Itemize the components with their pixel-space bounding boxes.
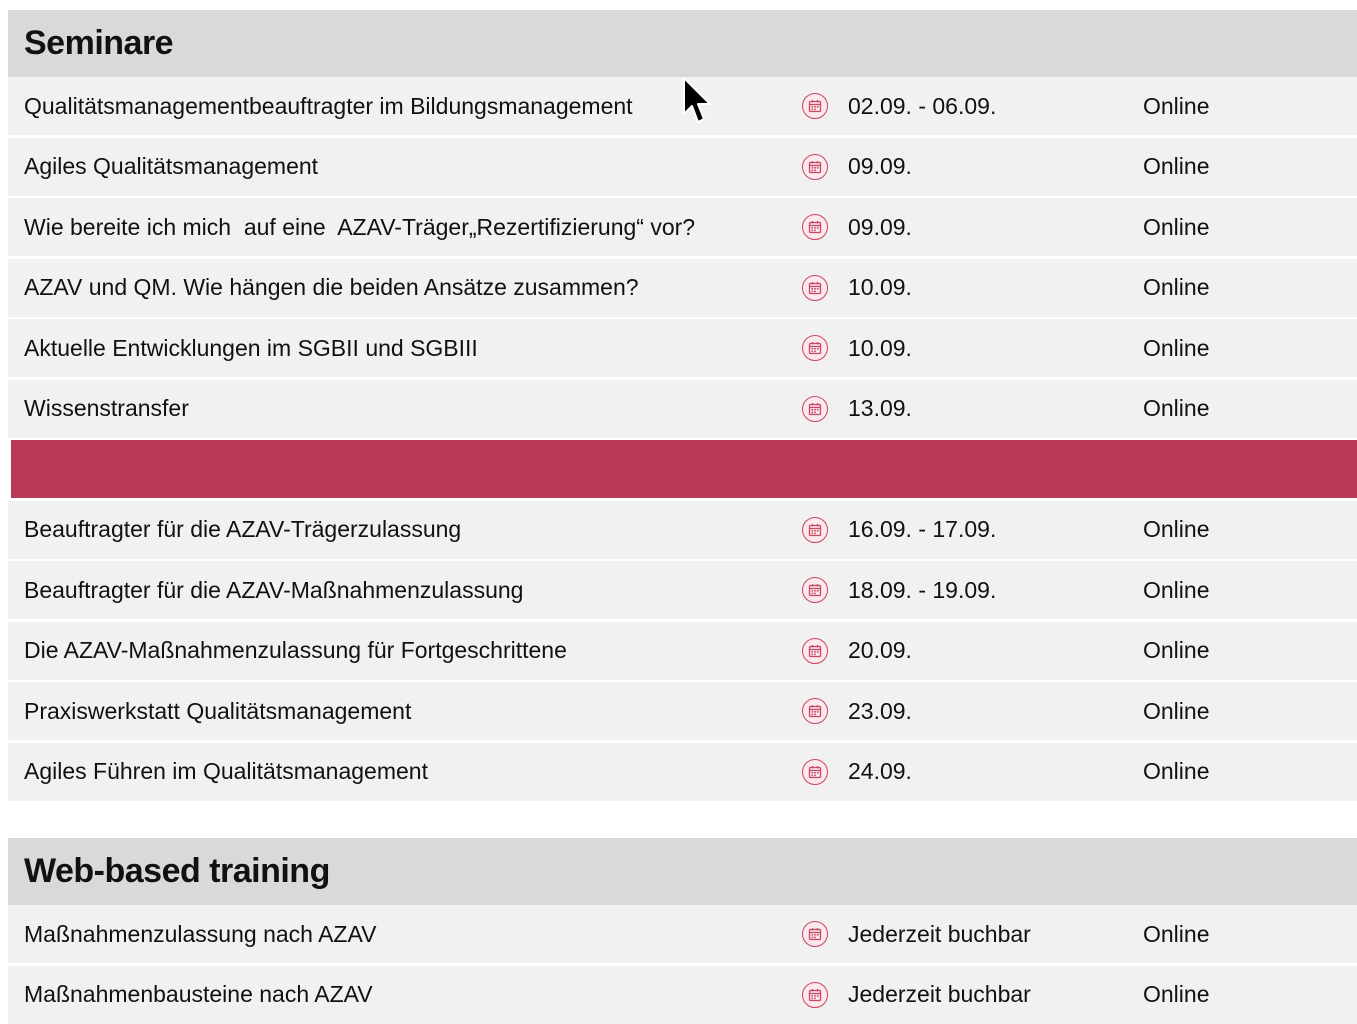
calendar-icon <box>802 153 828 180</box>
seminar-location: Online <box>1143 213 1210 240</box>
seminar-title[interactable]: Die AZAV-Maßnahmenzulassung für Fortgesc… <box>24 622 567 680</box>
seminar-title[interactable]: Qualitätsmanagementbeauftragter im Bildu… <box>24 77 633 135</box>
table-row[interactable]: Die AZAV-Maßnahmenzulassung für Fortgesc… <box>8 621 1357 680</box>
seminar-location: Online <box>1143 516 1210 542</box>
seminar-title[interactable]: Praxiswerkstatt Qualitätsmanagement <box>24 682 411 740</box>
training-title[interactable]: Maßnahmenbausteine nach AZAV <box>24 966 373 1024</box>
seminar-date: 02.09. - 06.09. <box>848 92 997 119</box>
seminar-date: 13.09. <box>848 395 912 421</box>
seminar-title[interactable]: Agiles Führen im Qualitätsmanagement <box>24 743 428 801</box>
table-row[interactable]: Maßnahmenbausteine nach AZAV Jederzeit b… <box>8 965 1357 1024</box>
table-row[interactable]: Praxiswerkstatt Qualitätsmanagement 23.0… <box>8 682 1357 740</box>
wbt-list: Maßnahmenzulassung nach AZAV Jederzeit b… <box>8 905 1357 1024</box>
seminar-title[interactable]: Agiles Qualitätsmanagement <box>24 138 318 196</box>
seminar-title[interactable]: Wissenstransfer <box>24 380 189 438</box>
training-date: Jederzeit buchbar <box>848 920 1031 947</box>
table-row[interactable]: Wie bereite ich mich auf eine AZAV-Träge… <box>8 198 1357 256</box>
calendar-icon <box>802 637 828 664</box>
calendar-icon <box>802 335 828 361</box>
seminar-location: Online <box>1143 637 1210 663</box>
seminar-date: 10.09. <box>848 334 912 361</box>
seminare-section: Seminare Qualitätsmanagementbeauftragter… <box>8 10 1357 801</box>
seminar-date: 20.09. <box>848 637 912 663</box>
calendar-icon <box>802 93 828 119</box>
seminar-list: Qualitätsmanagementbeauftragter im Bildu… <box>8 77 1357 801</box>
seminar-date: 09.09. <box>848 213 912 240</box>
calendar-icon <box>802 698 828 724</box>
section-header: Web-based training <box>8 838 1357 905</box>
seminar-date: 18.09. - 19.09. <box>848 576 997 603</box>
seminar-date: 23.09. <box>848 697 912 724</box>
training-location: Online <box>1143 920 1210 947</box>
section-header: Seminare <box>8 10 1357 77</box>
seminar-location: Online <box>1143 576 1210 603</box>
seminar-title[interactable]: Beauftragter für die AZAV-Maßnahmenzulas… <box>24 561 523 619</box>
calendar-icon <box>802 981 828 1008</box>
seminar-date: 16.09. - 17.09. <box>848 516 997 542</box>
training-title[interactable]: Maßnahmenzulassung nach AZAV <box>24 905 376 963</box>
seminar-location: Online <box>1143 758 1210 784</box>
seminar-date: 24.09. <box>848 758 912 784</box>
table-row[interactable]: Aktuelle Entwicklungen im SGBII und SGBI… <box>8 319 1357 377</box>
seminar-location: Online <box>1143 92 1210 119</box>
training-location: Online <box>1143 981 1210 1007</box>
seminar-date: 09.09. <box>848 153 912 179</box>
seminar-location: Online <box>1143 274 1210 300</box>
calendar-icon <box>802 577 828 603</box>
seminar-title[interactable]: AZAV und QM. Wie hängen die beiden Ansät… <box>24 259 639 317</box>
training-date: Jederzeit buchbar <box>848 981 1031 1007</box>
section-title: Seminare <box>24 24 174 62</box>
seminar-location: Online <box>1143 395 1210 421</box>
table-row[interactable]: AZAV und QM. Wie hängen die beiden Ansät… <box>8 258 1357 317</box>
section-title: Web-based training <box>24 852 330 890</box>
seminar-title[interactable]: Wie bereite ich mich auf eine AZAV-Träge… <box>24 198 695 256</box>
seminar-location: Online <box>1143 153 1210 179</box>
calendar-icon <box>802 395 828 422</box>
calendar-icon <box>802 758 828 785</box>
mouse-pointer-icon <box>683 77 711 123</box>
web-based-training-section: Web-based training Maßnahmenzulassung na… <box>8 838 1357 1024</box>
table-row[interactable]: Agiles Führen im Qualitätsmanagement 24.… <box>8 742 1357 801</box>
calendar-icon <box>802 516 828 543</box>
calendar-icon <box>802 921 828 947</box>
table-row[interactable]: Agiles Qualitätsmanagement 09.09. Online <box>8 137 1357 196</box>
seminar-location: Online <box>1143 697 1210 724</box>
calendar-icon <box>802 214 828 240</box>
table-row[interactable]: Wissenstransfer 13.09. Online <box>8 379 1357 438</box>
calendar-icon <box>802 274 828 301</box>
highlight-divider-bar <box>11 440 1357 498</box>
table-row[interactable]: Beauftragter für die AZAV-Maßnahmenzulas… <box>8 561 1357 619</box>
seminar-location: Online <box>1143 334 1210 361</box>
table-row[interactable]: Beauftragter für die AZAV-Trägerzulassun… <box>8 500 1357 559</box>
seminar-title[interactable]: Beauftragter für die AZAV-Trägerzulassun… <box>24 501 461 559</box>
seminar-date: 10.09. <box>848 274 912 300</box>
seminar-title[interactable]: Aktuelle Entwicklungen im SGBII und SGBI… <box>24 319 478 377</box>
table-row[interactable]: Maßnahmenzulassung nach AZAV Jederzeit b… <box>8 905 1357 963</box>
